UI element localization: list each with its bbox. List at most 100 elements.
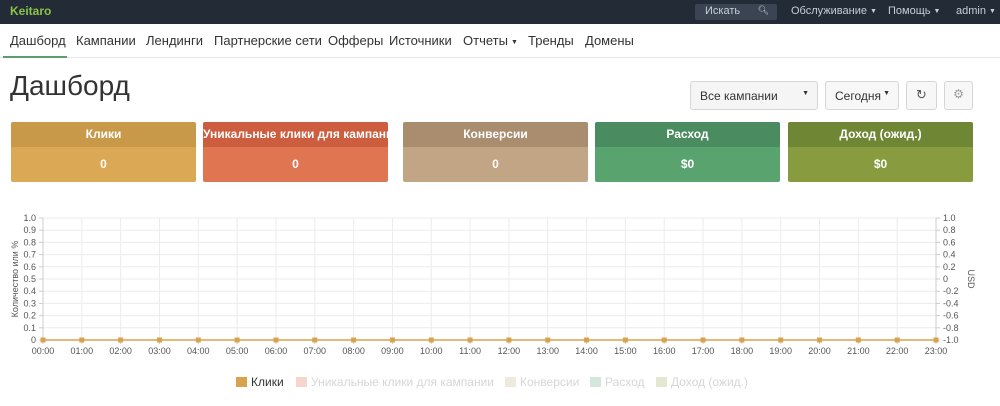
- nav-campaigns[interactable]: Кампании: [76, 33, 136, 48]
- y-left-tick-label: 0.6: [23, 262, 36, 272]
- x-tick-label: 12:00: [498, 346, 521, 356]
- series-point: [428, 337, 434, 343]
- y-left-tick-label: 0.5: [23, 274, 36, 284]
- help-menu[interactable]: Помощь ▼: [888, 5, 940, 17]
- y-right-tick-label: 0.6: [943, 237, 956, 247]
- nav-reports-label: Отчеты: [463, 33, 508, 48]
- active-tab-indicator: [3, 56, 67, 58]
- x-tick-label: 15:00: [614, 346, 637, 356]
- nav-affiliate-networks[interactable]: Партнерские сети: [214, 33, 322, 48]
- search-icon[interactable]: 🔍︎: [758, 5, 769, 16]
- x-tick-label: 21:00: [847, 346, 870, 356]
- y-left-tick-label: 0: [31, 335, 36, 345]
- chevron-down-icon: ▼: [933, 8, 941, 15]
- metric-card-value: $0: [788, 147, 973, 182]
- brand-logo[interactable]: Keitaro: [10, 4, 51, 18]
- campaign-select[interactable]: Все кампании ▼: [690, 81, 818, 110]
- chevron-down-icon: ▼: [510, 39, 518, 46]
- user-menu-label: admin: [956, 5, 986, 17]
- y-left-axis-title: Количество или %: [10, 241, 20, 318]
- series-point: [40, 337, 46, 343]
- x-tick-label: 01:00: [71, 346, 94, 356]
- y-left-tick-label: 0.4: [23, 286, 36, 296]
- legend-item[interactable]: Клики: [236, 375, 284, 389]
- series-point: [389, 337, 395, 343]
- service-menu[interactable]: Обслуживание ▼: [791, 5, 877, 17]
- y-right-tick-label: -0.2: [943, 286, 959, 296]
- chevron-down-icon: ▼: [802, 90, 809, 97]
- metric-card-value: 0: [203, 147, 388, 182]
- nav-landings[interactable]: Лендинги: [146, 33, 203, 48]
- y-left-tick-label: 0.1: [23, 323, 36, 333]
- y-left-tick-label: 0.8: [23, 237, 36, 247]
- y-right-tick-label: 0.8: [943, 225, 956, 235]
- x-tick-label: 00:00: [32, 346, 55, 356]
- x-tick-label: 05:00: [226, 346, 249, 356]
- series-point: [700, 337, 706, 343]
- metric-card-title: Уникальные клики для кампании: [203, 122, 388, 147]
- top-bar: Keitaro Искать 🔍︎ Обслуживание ▼ Помощь ▼ …: [0, 0, 1000, 24]
- legend-swatch: [656, 377, 667, 387]
- x-tick-label: 07:00: [304, 346, 327, 356]
- series-point: [118, 337, 124, 343]
- series-point: [545, 337, 551, 343]
- nav-domains[interactable]: Домены: [585, 33, 634, 48]
- series-point: [506, 337, 512, 343]
- legend-label: Уникальные клики для кампании: [311, 375, 494, 389]
- nav-sources[interactable]: Источники: [389, 33, 452, 48]
- user-menu[interactable]: admin ▼: [956, 5, 996, 17]
- series-point: [817, 337, 823, 343]
- metric-card: Доход (ожид.) $0: [788, 122, 973, 182]
- legend-item[interactable]: Доход (ожид.): [656, 375, 748, 389]
- x-tick-label: 13:00: [536, 346, 559, 356]
- y-right-tick-label: -0.4: [943, 298, 959, 308]
- x-tick-label: 16:00: [653, 346, 676, 356]
- series-point: [79, 337, 85, 343]
- chevron-down-icon: ▼: [883, 90, 890, 97]
- legend-item[interactable]: Конверсии: [505, 375, 579, 389]
- period-dropdown[interactable]: Сегодня ▼: [825, 81, 899, 110]
- nav-trends[interactable]: Тренды: [528, 33, 574, 48]
- x-tick-label: 09:00: [381, 346, 404, 356]
- metric-card-title: Клики: [11, 122, 196, 147]
- metric-card: Расход $0: [595, 122, 780, 182]
- gear-icon: ⚙: [953, 87, 964, 101]
- settings-button[interactable]: ⚙: [944, 81, 973, 110]
- legend-item[interactable]: Уникальные клики для кампании: [296, 375, 494, 389]
- legend-item[interactable]: Расход: [590, 375, 645, 389]
- search-placeholder: Искать: [705, 5, 741, 17]
- series-point: [156, 337, 162, 343]
- y-right-tick-label: 0: [943, 274, 948, 284]
- series-point: [855, 337, 861, 343]
- help-menu-label: Помощь: [888, 5, 931, 17]
- series-point: [312, 337, 318, 343]
- legend-swatch: [590, 377, 601, 387]
- x-tick-label: 23:00: [925, 346, 948, 356]
- series-point: [622, 337, 628, 343]
- y-left-tick-label: 0.3: [23, 298, 36, 308]
- legend-swatch: [236, 377, 247, 387]
- y-right-tick-label: -0.6: [943, 311, 959, 321]
- legend-swatch: [505, 377, 516, 387]
- nav-reports[interactable]: Отчеты ▼: [463, 33, 518, 48]
- metric-card-title: Доход (ожид.): [788, 122, 973, 147]
- series-point: [351, 337, 357, 343]
- series-point: [467, 337, 473, 343]
- y-left-tick-label: 0.7: [23, 250, 36, 260]
- refresh-button[interactable]: ↻: [906, 81, 937, 110]
- metric-card: Конверсии 0: [403, 122, 588, 182]
- nav-dashboard[interactable]: Дашборд: [10, 33, 66, 48]
- legend-label: Доход (ожид.): [671, 375, 749, 389]
- search-input[interactable]: Искать 🔍︎: [695, 4, 777, 20]
- metric-card-value: $0: [595, 147, 780, 182]
- x-tick-label: 08:00: [342, 346, 365, 356]
- x-tick-label: 22:00: [886, 346, 909, 356]
- metric-card-value: 0: [11, 147, 196, 182]
- y-right-tick-label: -1.0: [943, 335, 959, 345]
- x-tick-label: 19:00: [769, 346, 792, 356]
- x-tick-label: 06:00: [265, 346, 288, 356]
- series-point: [778, 337, 784, 343]
- nav-offers[interactable]: Офферы: [328, 33, 383, 48]
- series-point: [234, 337, 240, 343]
- legend-swatch: [296, 377, 307, 387]
